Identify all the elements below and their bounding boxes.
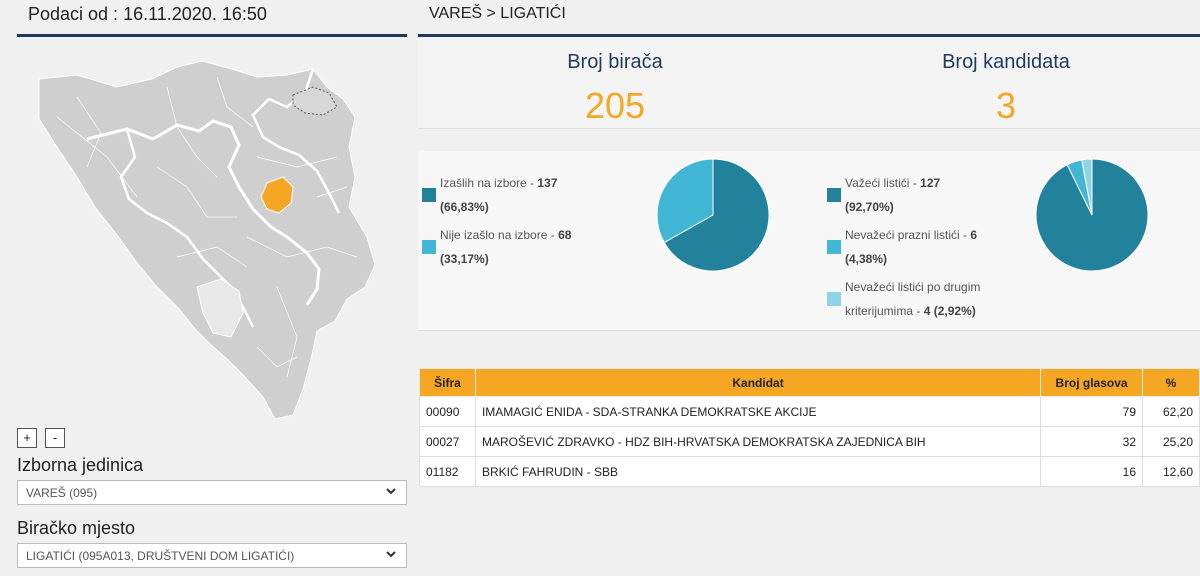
row-votes: 79 [1040,396,1143,427]
header-pct[interactable]: % [1142,368,1200,397]
chevron-down-icon [386,488,396,495]
results-table: Šifra Kandidat Broj glasova % 00090 IMAM… [419,368,1200,487]
municipality-map[interactable] [17,34,407,419]
row-pct: 25,20 [1142,426,1200,457]
row-pct: 62,20 [1142,396,1200,427]
row-candidate: MAROŠEVIĆ ZDRAVKO - HDZ BIH-HRVATSKA DEM… [474,426,1042,457]
breadcrumb: VAREŠ > LIGATIĆI [429,5,566,22]
data-timestamp: Podaci od : 16.11.2020. 16:50 [28,4,267,24]
voters-label: Broj birača [567,51,663,73]
ballots-swatch-2 [827,292,841,306]
zoom-in-button[interactable]: + [17,428,37,448]
ballots-swatch-1 [827,240,841,254]
header-votes[interactable]: Broj glasova [1040,368,1143,397]
voters-value: 205 [584,85,646,126]
row-code: 00090 [419,396,476,427]
table-row: 01182 BRKIĆ FAHRUDIN - SBB 16 12,60 [419,456,1200,487]
biracko-mjesto-select[interactable]: LIGATIĆI (095A013, DRUŠTVENI DOM LIGATIĆ… [17,543,407,568]
row-candidate: IMAMAGIĆ ENIDA - SDA-STRANKA DEMOKRATSKE… [474,396,1042,427]
izborna-jedinica-label: Izborna jedinica [17,455,144,475]
table-row: 00090 IMAMAGIĆ ENIDA - SDA-STRANKA DEMOK… [419,396,1200,427]
row-pct: 12,60 [1142,456,1200,487]
ballots-swatch-0 [827,188,841,202]
row-votes: 16 [1040,456,1143,487]
zoom-out-button[interactable]: - [45,428,65,448]
pie-charts-panel: Izašlih na izbore - 137 (66,83%) Nije iza… [418,151,1200,331]
turnout-swatch-0 [422,188,436,202]
right-panel: VAREŠ > LIGATIĆI Broj birača 205 Broj ka… [418,0,1200,576]
header-code[interactable]: Šifra [419,368,476,397]
turnout-legend: Izašlih na izbore - 137 (66,83%) Nije iza… [422,161,622,311]
turnout-pie-chart [656,158,770,272]
row-votes: 32 [1040,426,1143,457]
country-shape[interactable] [38,60,376,419]
row-code: 00027 [419,426,476,457]
turnout-swatch-1 [422,240,436,254]
izborna-jedinica-select[interactable]: VAREŠ (095) [17,480,407,505]
biracko-mjesto-label: Biračko mjesto [17,518,136,538]
stats-panel: Broj birača 205 Broj kandidata 3 [418,37,1200,129]
header-candidate[interactable]: Kandidat [474,368,1042,397]
chevron-down-icon [386,551,396,558]
turnout-legend-item-0: Izašlih na izbore - 137 (66,83%) [440,176,558,214]
ballots-legend: Važeći listići - 127 (92,70%) Nevažeći pr… [827,161,1037,321]
table-header-row: Šifra Kandidat Broj glasova % [419,368,1200,397]
turnout-legend-item-1: Nije izašlo na izbore - 68 (33,17%) [440,228,572,266]
ballots-legend-item-2: Nevažeći listići po drugim kriterijumima… [845,280,981,318]
left-panel: Podaci od : 16.11.2020. 16:50 + - Izborn… [0,0,410,576]
ballots-legend-item-0: Važeći listići - 127 (92,70%) [845,176,941,214]
candidates-value: 3 [995,85,1017,126]
candidates-label: Broj kandidata [942,51,1070,73]
biracko-mjesto-value: LIGATIĆI (095A013, DRUŠTVENI DOM LIGATIĆ… [26,549,295,563]
izborna-jedinica-value: VAREŠ (095) [26,486,98,500]
ballots-pie-chart [1035,158,1149,272]
row-code: 01182 [419,456,476,487]
ballots-legend-item-1: Nevažeći prazni listići - 6 (4,38%) [845,228,978,266]
table-row: 00027 MAROŠEVIĆ ZDRAVKO - HDZ BIH-HRVATS… [419,426,1200,457]
row-candidate: BRKIĆ FAHRUDIN - SBB [474,456,1042,487]
bih-map-svg[interactable] [17,37,407,419]
